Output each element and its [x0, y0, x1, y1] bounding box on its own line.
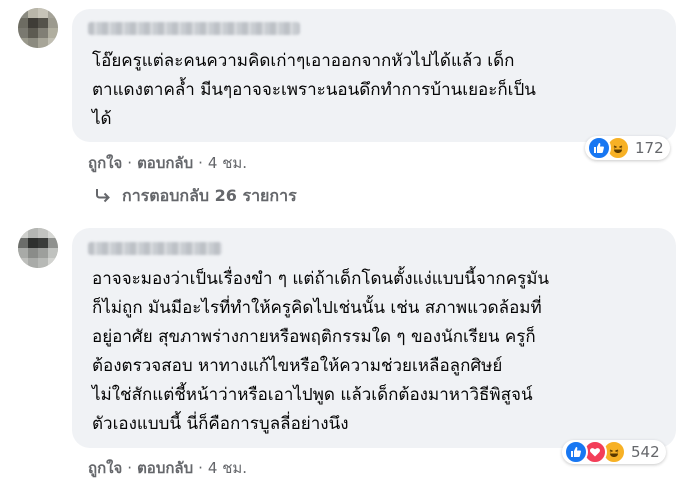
- timestamp[interactable]: 4 ชม.: [208, 154, 247, 172]
- reaction-count: 172: [635, 139, 664, 157]
- like-button[interactable]: ถูกใจ: [88, 154, 122, 172]
- reply-button[interactable]: ตอบกลับ: [137, 459, 193, 477]
- reply-arrow-icon: [94, 187, 112, 207]
- avatar[interactable]: [18, 8, 58, 48]
- comment-text: อาจจะมองว่าเป็นเรื่องขำ ๆ แต่ถ้าเด็กโดนต…: [92, 269, 550, 434]
- like-icon: [587, 136, 611, 160]
- avatar[interactable]: [18, 228, 58, 268]
- view-replies-link[interactable]: การตอบกลับ 26 รายการ: [94, 184, 297, 209]
- comment-actions: ถูกใจ · ตอบกลับ · 4 ชม.: [88, 154, 248, 172]
- replies-count-label: การตอบกลับ 26 รายการ: [122, 186, 297, 205]
- comment-bubble: อาจจะมองว่าเป็นเรื่องขำ ๆ แต่ถ้าเด็กโดนต…: [72, 228, 676, 448]
- author-name-blurred[interactable]: [88, 22, 300, 35]
- like-button[interactable]: ถูกใจ: [88, 459, 122, 477]
- comment-bubble: โอ๊ยครูแต่ละคนความคิดเก่าๆเอาออกจากหัวไป…: [72, 9, 676, 142]
- comment-text: โอ๊ยครูแต่ละคนความคิดเก่าๆเอาออกจากหัวไป…: [92, 51, 536, 129]
- timestamp[interactable]: 4 ชม.: [208, 459, 247, 477]
- author-name-blurred[interactable]: [88, 242, 222, 255]
- reaction-summary[interactable]: 542: [562, 440, 666, 464]
- reaction-summary[interactable]: 172: [585, 136, 670, 160]
- reaction-count: 542: [631, 443, 660, 461]
- reply-button[interactable]: ตอบกลับ: [137, 154, 193, 172]
- like-icon: [564, 440, 588, 464]
- comment-actions: ถูกใจ · ตอบกลับ · 4 ชม.: [88, 459, 248, 477]
